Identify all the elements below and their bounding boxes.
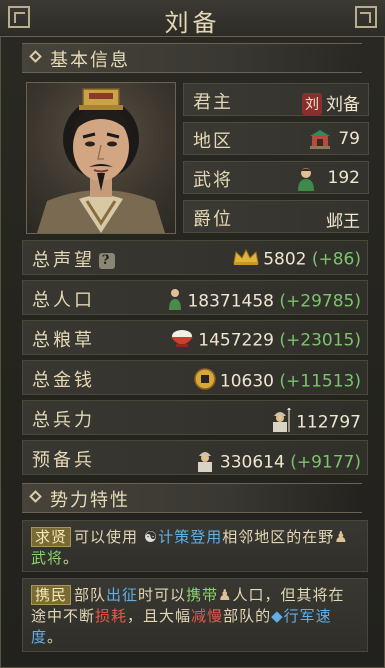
- trait-keyword[interactable]: 计策登用: [158, 528, 222, 546]
- trait-carry-people: 携民 部队出征时可以携带♟人口，但其将在途中不断损耗，且大幅减慢部队的◆行军速度。: [22, 578, 368, 652]
- lord-value-wrap: 刘刘备: [302, 90, 360, 115]
- diamond-icon: [29, 490, 42, 503]
- stat-row-troops: 总兵力 112797: [22, 400, 368, 435]
- trait-text: ，且大幅: [127, 607, 192, 625]
- city-icon: [308, 128, 332, 154]
- trait-keyword[interactable]: 出征: [106, 586, 138, 604]
- info-row-generals: 武将 192: [183, 161, 369, 194]
- trait-keyword[interactable]: 损耗: [95, 607, 127, 625]
- stat-delta: (+86): [311, 249, 361, 270]
- stat-value: 5802: [263, 249, 307, 270]
- general-small-icon: ♟: [334, 528, 349, 546]
- stat-row-money: 总金钱 10630 (+11513): [22, 360, 368, 395]
- stat-row-food: 总粮草 1457229 (+23015): [22, 320, 368, 355]
- trait-text: 可以使用: [74, 528, 139, 546]
- trait-tag[interactable]: 携民: [31, 585, 72, 605]
- coin-icon: [194, 368, 216, 395]
- noble-title: 邺王: [326, 212, 360, 232]
- stat-label: 总兵力: [32, 410, 95, 431]
- trait-text: 部队的: [223, 607, 272, 625]
- info-label: 君主: [193, 92, 233, 113]
- corner-ornament-right-icon: [355, 6, 377, 28]
- rice-bowl-icon: [170, 328, 194, 353]
- section-title: 势力特性: [50, 490, 130, 511]
- soldier-icon: [268, 407, 292, 437]
- stat-label: 总声望?: [32, 246, 115, 272]
- stat-delta: (+11513): [279, 371, 361, 392]
- info-row-lord: 君主 刘刘备: [183, 83, 369, 116]
- stat-row-reserve: 预备兵 330614 (+9177): [22, 440, 368, 475]
- stat-label-text: 总声望: [32, 250, 95, 271]
- trait-text: 。: [63, 549, 80, 567]
- stat-value-group: 5802 (+86): [233, 248, 361, 271]
- strategy-icon: ☯: [143, 528, 159, 546]
- ruler-portrait: [26, 82, 176, 234]
- info-label: 爵位: [193, 209, 233, 230]
- help-icon[interactable]: ?: [99, 253, 115, 269]
- stat-value-group: 330614 (+9177): [194, 448, 361, 477]
- trait-keyword[interactable]: 武将: [31, 549, 63, 567]
- stat-row-population: 总人口 18371458 (+29785): [22, 280, 368, 315]
- window-title: 刘备: [164, 9, 221, 37]
- trait-keyword[interactable]: 携带: [186, 586, 218, 604]
- trait-text: 。: [47, 628, 64, 646]
- info-row-title: 爵位 邺王: [183, 200, 369, 233]
- stat-value: 10630: [219, 371, 274, 392]
- diamond-icon: [29, 50, 42, 63]
- region-count: 79: [338, 129, 360, 149]
- section-title: 基本信息: [50, 50, 130, 71]
- trait-tag[interactable]: 求贤: [31, 527, 72, 547]
- trait-text: 相邻地区的在野: [222, 528, 335, 546]
- stat-value-group: 10630 (+11513): [194, 368, 361, 395]
- title-bar: 刘备: [0, 0, 385, 37]
- lord-name: 刘备: [326, 95, 360, 115]
- stat-value: 330614: [219, 452, 285, 473]
- trait-text: 部队: [74, 586, 107, 604]
- stat-label: 总人口: [32, 290, 95, 311]
- population-small-icon: ♟: [218, 586, 233, 604]
- trait-seek-talent: 求贤 可以使用 ☯计策登用相邻地区的在野♟ 武将。: [22, 520, 368, 572]
- info-label: 武将: [193, 170, 233, 191]
- stat-value-group: 112797: [268, 407, 361, 437]
- stat-value: 112797: [296, 412, 361, 433]
- stat-delta: (+29785): [279, 291, 361, 312]
- stat-value: 1457229: [198, 330, 274, 351]
- faction-info-panel: 刘备 基本信息 君主 刘 刘备 地区 79 武将 192 爵位 邺王 总声望 ?…: [0, 0, 385, 668]
- general-icon: [296, 167, 316, 195]
- lord-badge: 刘: [302, 93, 322, 115]
- trait-text: 时可以: [138, 586, 187, 604]
- reserve-soldier-icon: [194, 448, 216, 477]
- info-label: 地区: [193, 131, 233, 152]
- stat-label: 总粮草: [32, 330, 95, 351]
- basic-info-header: 基本信息: [22, 43, 362, 73]
- faction-traits-header: 势力特性: [22, 483, 362, 513]
- stat-label: 预备兵: [32, 450, 95, 471]
- march-speed-icon: ◆: [271, 607, 284, 625]
- info-row-region: 地区 79: [183, 122, 369, 155]
- population-icon: [167, 288, 183, 315]
- stat-value-group: 1457229 (+23015): [170, 328, 361, 353]
- general-count: 192: [327, 168, 360, 188]
- crown-icon: [233, 248, 259, 271]
- stat-value: 18371458: [187, 291, 274, 312]
- trait-keyword[interactable]: 减慢: [191, 607, 223, 625]
- stat-delta: (+23015): [279, 330, 361, 351]
- stat-row-prestige: 总声望? 5802 (+86): [22, 240, 368, 275]
- stat-value-group: 18371458 (+29785): [167, 288, 361, 315]
- portrait-icon: [37, 88, 165, 233]
- stat-label: 总金钱: [32, 370, 95, 391]
- stat-delta: (+9177): [290, 452, 361, 473]
